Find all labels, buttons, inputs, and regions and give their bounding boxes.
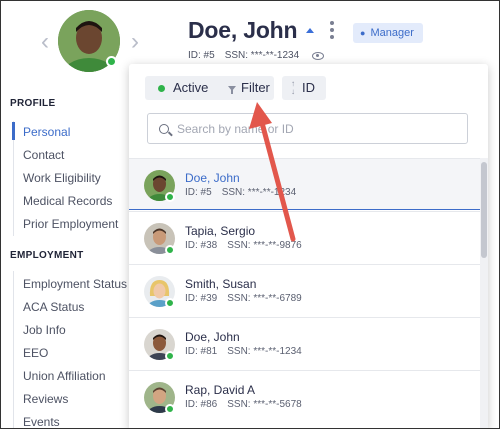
employee-ssn: SSN: ***-**-1234 — [224, 50, 300, 61]
sort-by-id-button[interactable]: ↑ ↓ ID — [282, 76, 326, 100]
sidebar-item-job-info[interactable]: Job Info — [23, 323, 66, 337]
filter-button[interactable]: Filter — [219, 76, 274, 100]
sidebar-item-prior-employment[interactable]: Prior Employment — [23, 217, 118, 231]
employee-id: ID: #38 — [185, 240, 218, 251]
eye-icon[interactable] — [312, 51, 325, 60]
employee-ssn: SSN: ***-**-6789 — [227, 293, 302, 304]
employee-id: ID: #86 — [185, 399, 218, 410]
employee-list-item[interactable]: Doe, John ID: #81 SSN: ***-**-1234 — [129, 317, 480, 369]
sidebar-item-personal[interactable]: Personal — [23, 125, 70, 139]
caret-up-icon[interactable] — [306, 28, 314, 33]
employee-ssn: SSN: ***-**-1234 — [221, 187, 297, 198]
search-icon — [159, 123, 169, 134]
sidebar-item-union-affiliation[interactable]: Union Affiliation — [23, 369, 106, 383]
role-badge: ● Manager — [353, 23, 423, 43]
employee-name: Doe, John — [188, 17, 298, 43]
online-status-dot — [165, 245, 175, 255]
employee-meta: ID: #86 SSN: ***-**-5678 — [185, 399, 302, 410]
scrollbar-thumb[interactable] — [481, 162, 487, 258]
screenshot-frame: ‹ › Doe, John ● Manager ID: #5 SSN: ***-… — [0, 0, 500, 429]
employee-list-item[interactable]: Doe, John ID: #5 SSN: ***-**-1234 — [129, 158, 480, 210]
sidebar-item-reviews[interactable]: Reviews — [23, 392, 68, 406]
employee-list-item[interactable]: Smith, Susan ID: #39 SSN: ***-**-6789 — [129, 264, 480, 316]
employee-ssn: SSN: ***-**-5678 — [227, 399, 302, 410]
employee-list-item[interactable]: Rap, David A ID: #86 SSN: ***-**-5678 — [129, 370, 480, 422]
employee-meta: ID: #38 SSN: ***-**-9876 — [185, 240, 302, 251]
employee-meta: ID: #5 SSN: ***-**-1234 — [188, 50, 325, 61]
online-status-dot — [106, 56, 117, 67]
sidebar-rail — [13, 271, 14, 428]
employee-picker-dropdown: Active Filter ↑↓ ID Doe, John ID: #5 SSN:… — [129, 64, 488, 428]
sort-by-id-label: ID — [302, 80, 315, 95]
next-employee-chevron-icon[interactable]: › — [128, 30, 142, 54]
person-icon: ● — [360, 28, 366, 38]
active-chip-label: Active — [173, 80, 209, 95]
funnel-icon — [228, 85, 236, 94]
filter-button-label: Filter — [241, 80, 270, 95]
employee-name: Doe, John — [185, 330, 240, 344]
online-status-dot — [165, 298, 175, 308]
previous-employee-chevron-icon[interactable]: ‹ — [38, 30, 52, 54]
employee-list-item[interactable]: Tapia, Sergio ID: #38 SSN: ***-**-9876 — [129, 211, 480, 263]
online-status-dot — [165, 351, 175, 361]
employee-meta: ID: #5 SSN: ***-**-1234 — [185, 187, 296, 198]
employee-name: Rap, David A — [185, 383, 256, 397]
sidebar-section-profile: PROFILE — [10, 98, 56, 109]
sidebar-section-employment: EMPLOYMENT — [10, 250, 84, 261]
employee-ssn: SSN: ***-**-9876 — [227, 240, 302, 251]
employee-name: Tapia, Sergio — [185, 224, 256, 238]
sort-numeric-icon: ↑ ↓ — [291, 79, 295, 96]
active-status-dot — [158, 84, 165, 92]
search-input[interactable] — [177, 121, 457, 136]
sidebar-item-medical-records[interactable]: Medical Records — [23, 194, 112, 208]
more-options-icon[interactable] — [328, 21, 336, 41]
sidebar-item-work-eligibility[interactable]: Work Eligibility — [23, 171, 101, 185]
online-status-dot — [165, 404, 175, 414]
sidebar-item-events[interactable]: Events — [23, 415, 60, 428]
employee-name: Smith, Susan — [185, 277, 257, 291]
employee-id: ID: #5 — [185, 187, 212, 198]
sidebar-item-employment-status[interactable]: Employment Status — [23, 277, 127, 291]
employee-meta: ID: #81 SSN: ***-**-1234 — [185, 346, 302, 357]
employee-name: Doe, John — [185, 171, 240, 185]
sidebar-active-indicator — [12, 122, 15, 140]
sidebar-item-eeo[interactable]: EEO — [23, 346, 48, 360]
role-badge-label: Manager — [370, 27, 414, 39]
sidebar-item-aca-status[interactable]: ACA Status — [23, 300, 84, 314]
employee-meta: ID: #39 SSN: ***-**-6789 — [185, 293, 302, 304]
scrollbar[interactable] — [480, 158, 488, 428]
sidebar-item-contact[interactable]: Contact — [23, 148, 64, 162]
employee-ssn: SSN: ***-**-1234 — [227, 346, 302, 357]
online-status-dot — [165, 192, 175, 202]
employee-id: ID: #5 — [188, 50, 215, 61]
employee-id: ID: #81 — [185, 346, 218, 357]
employee-id: ID: #39 — [185, 293, 218, 304]
search-field[interactable] — [147, 113, 468, 144]
